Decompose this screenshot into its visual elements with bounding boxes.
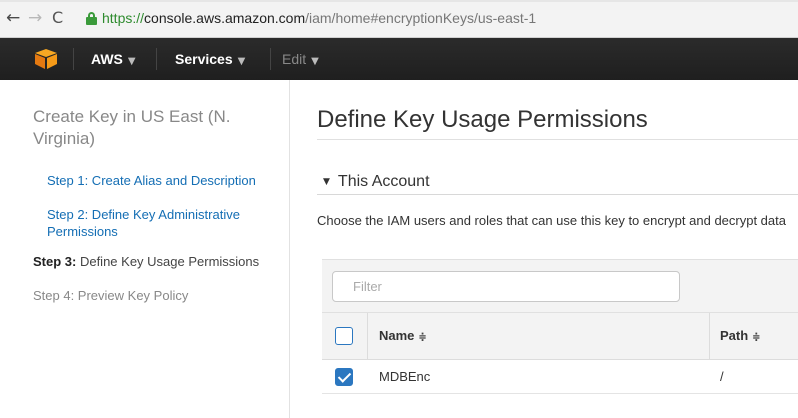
- chevron-down-icon: ▼: [311, 56, 319, 67]
- services-menu[interactable]: Services ▼: [175, 50, 245, 71]
- chevron-down-icon: ▼: [127, 56, 136, 67]
- this-account-section-toggle[interactable]: ▼ This Account: [323, 172, 430, 192]
- users-roles-table: Name≑ Path≑ MDBEnc /: [322, 259, 798, 394]
- sort-icon: ≑: [418, 332, 427, 343]
- column-divider: [709, 313, 710, 360]
- section-divider: [317, 194, 798, 195]
- browser-top-strip: [0, 0, 798, 2]
- step-3-current: Step 3: Define Key Usage Permissions: [33, 253, 259, 270]
- step-2-label: Step 2: Define Key Administrative Permis…: [47, 207, 240, 239]
- url-path: /iam/home#encryptionKeys/us-east-1: [305, 10, 537, 26]
- row-checkbox[interactable]: [335, 368, 353, 386]
- path-column-label: Path: [720, 328, 749, 343]
- step-4-label: Step 4: Preview Key Policy: [33, 288, 189, 303]
- step-2-link[interactable]: Step 2: Define Key Administrative Permis…: [47, 206, 282, 240]
- aws-cube-icon[interactable]: [35, 49, 57, 69]
- caret-down-icon: ▼: [323, 177, 330, 187]
- name-column-header[interactable]: Name ≑: [379, 328, 427, 343]
- browser-toolbar: ← → C https://console.aws.amazon.com/iam…: [0, 0, 798, 38]
- navbar-divider: [270, 48, 271, 70]
- chevron-down-icon: ▼: [237, 56, 246, 67]
- sidebar-title: Create Key in US East (N. Virginia): [33, 107, 231, 148]
- filter-input[interactable]: [332, 271, 680, 302]
- services-menu-label: Services: [175, 51, 233, 67]
- aws-navbar: AWS ▼ Services ▼ Edit ▼: [0, 38, 798, 80]
- title-divider: [317, 139, 798, 140]
- filter-bar: [322, 259, 798, 313]
- edit-menu[interactable]: Edit ▼: [282, 50, 319, 71]
- step-3-text: Define Key Usage Permissions: [76, 254, 260, 269]
- select-all-checkbox[interactable]: [335, 327, 353, 345]
- navbar-divider: [73, 48, 74, 70]
- path-column-header[interactable]: Path ≑: [720, 328, 761, 343]
- step-1-link[interactable]: Step 1: Create Alias and Description: [47, 172, 256, 189]
- address-bar[interactable]: https://console.aws.amazon.com/iam/home#…: [86, 8, 536, 28]
- table-row[interactable]: MDBEnc /: [322, 360, 798, 394]
- sort-icon: ≑: [752, 332, 761, 343]
- section-description: Choose the IAM users and roles that can …: [317, 213, 786, 228]
- lock-icon: [86, 12, 97, 25]
- column-divider: [367, 313, 368, 360]
- navbar-divider: [156, 48, 157, 70]
- aws-menu[interactable]: AWS ▼: [91, 50, 136, 71]
- forward-arrow-icon[interactable]: →: [28, 9, 42, 27]
- step-3-prefix: Step 3:: [33, 254, 77, 269]
- row-path: /: [720, 369, 724, 384]
- reload-icon[interactable]: C: [52, 9, 63, 27]
- url-scheme: https://: [102, 10, 145, 26]
- url-host: console.aws.amazon.com: [144, 10, 306, 26]
- page-title: Define Key Usage Permissions: [317, 106, 648, 133]
- row-name: MDBEnc: [379, 369, 431, 384]
- edit-menu-label: Edit: [282, 51, 307, 67]
- wizard-sidebar: Create Key in US East (N. Virginia) Step…: [0, 80, 290, 418]
- back-arrow-icon[interactable]: ←: [6, 9, 20, 27]
- section-title: This Account: [337, 173, 430, 190]
- name-column-label: Name: [379, 328, 415, 343]
- aws-menu-label: AWS: [91, 51, 123, 67]
- table-header: Name ≑ Path ≑: [322, 313, 798, 360]
